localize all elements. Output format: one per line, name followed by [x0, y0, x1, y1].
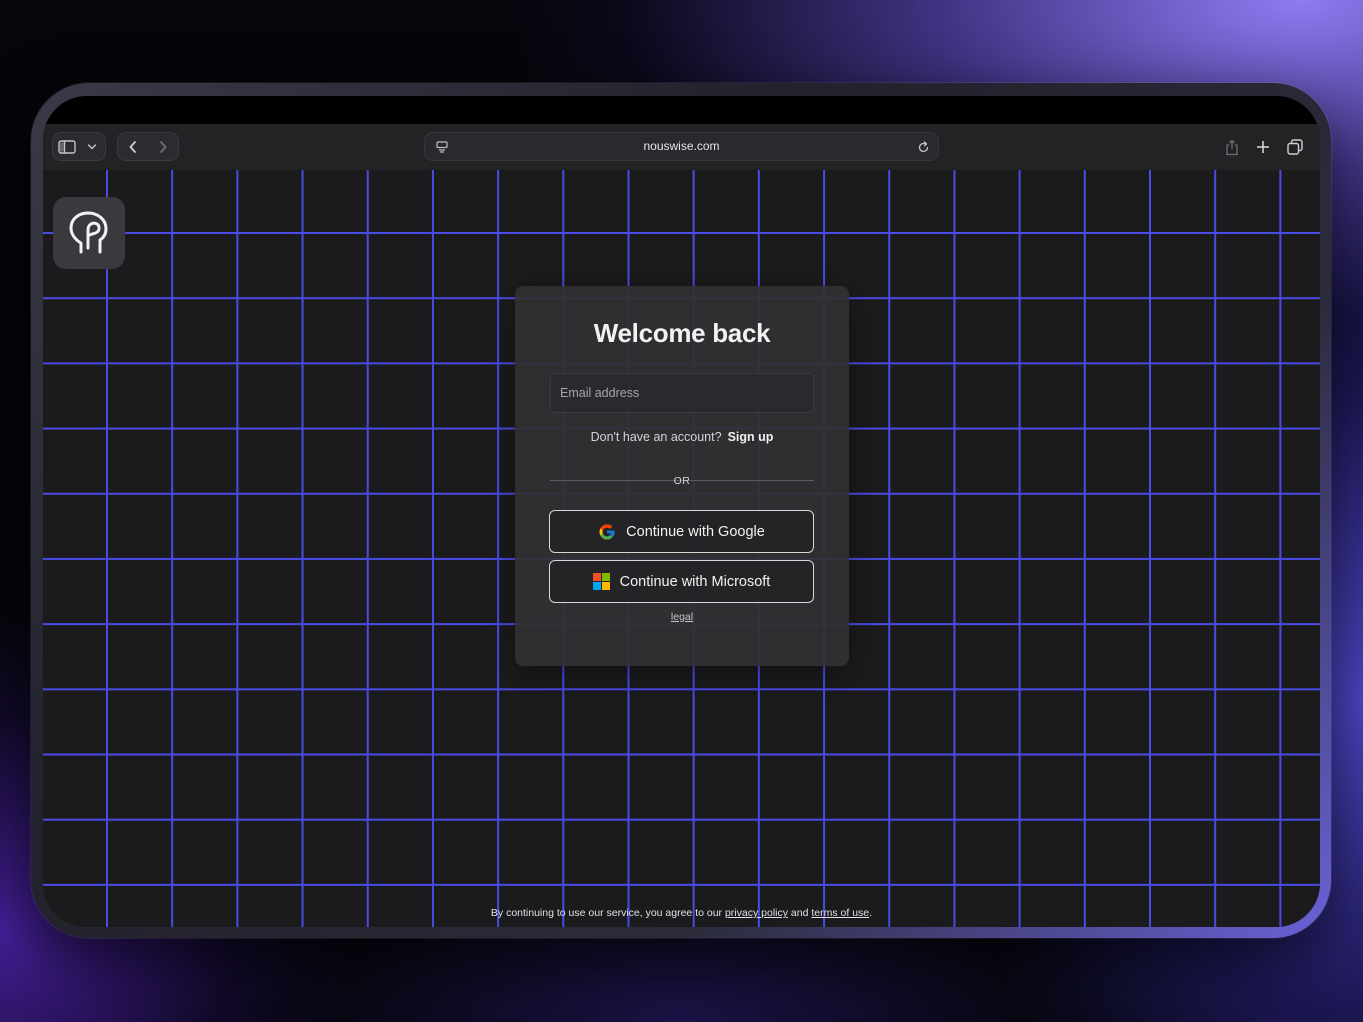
microsoft-button-label: Continue with Microsoft: [619, 573, 771, 590]
email-input[interactable]: [551, 374, 813, 412]
tab-overview-icon[interactable]: [1281, 133, 1309, 161]
google-button-label: Continue with Google: [626, 523, 765, 540]
terms-of-use-link[interactable]: terms of use: [811, 907, 869, 919]
address-bar[interactable]: nouswise.com: [424, 132, 939, 161]
url-text[interactable]: nouswise.com: [425, 133, 938, 160]
share-icon[interactable]: [1218, 133, 1246, 161]
terms-prefix: By continuing to use our service, you ag…: [490, 907, 723, 919]
or-label: OR: [673, 475, 691, 487]
terms-and: and: [790, 907, 809, 919]
chevron-right-icon[interactable]: [148, 133, 178, 161]
or-separator: OR: [515, 475, 849, 487]
terms-suffix: .: [869, 907, 873, 919]
no-account-text: Don't have an account?: [590, 430, 722, 444]
sidebar-toggle-icon[interactable]: [53, 133, 81, 161]
reload-icon[interactable]: [912, 136, 934, 158]
privacy-policy-link[interactable]: privacy policy: [725, 907, 788, 919]
signup-prompt: Don't have an account? Sign up: [515, 430, 849, 444]
chevron-down-icon[interactable]: [81, 133, 103, 161]
page-content: Welcome back Don't have an account? Sign …: [43, 170, 1320, 927]
signup-link[interactable]: Sign up: [728, 430, 774, 444]
status-strip: [43, 96, 1320, 124]
legal-link[interactable]: legal: [515, 611, 849, 623]
google-icon: [599, 524, 615, 539]
nouswise-logo[interactable]: [53, 197, 125, 269]
login-card: Welcome back Don't have an account? Sign …: [515, 286, 849, 666]
continue-with-microsoft-button[interactable]: Continue with Microsoft: [549, 560, 814, 603]
terms-notice: By continuing to use our service, you ag…: [43, 907, 1320, 919]
plus-icon[interactable]: [1249, 133, 1277, 161]
email-field[interactable]: [550, 373, 814, 413]
continue-with-google-button[interactable]: Continue with Google: [549, 510, 814, 553]
microsoft-icon: [592, 573, 610, 590]
browser-toolbar: nouswise.com: [43, 124, 1320, 171]
head-logo-icon: [69, 211, 108, 254]
login-title: Welcome back: [593, 318, 771, 348]
history-nav: [117, 132, 179, 161]
chevron-left-icon[interactable]: [118, 133, 148, 161]
browser-window: nouswise.com Welcome back Email address …: [43, 96, 1320, 927]
sidebar-control: [52, 132, 106, 161]
